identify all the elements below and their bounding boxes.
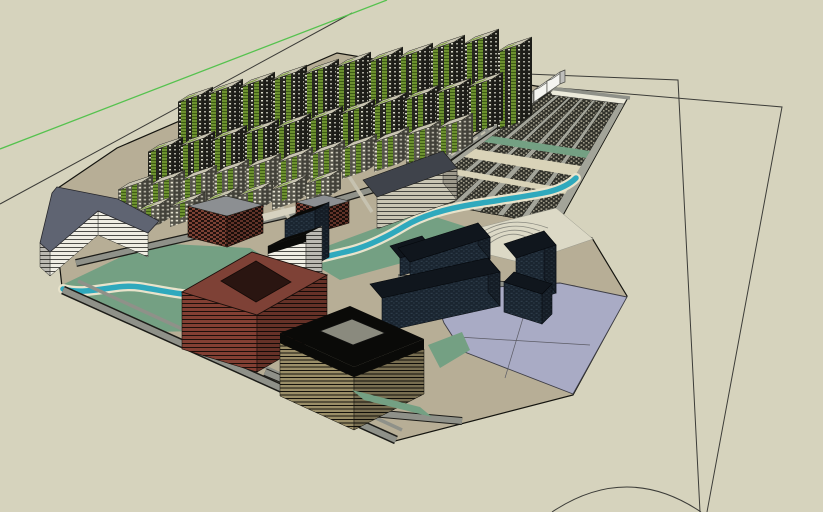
- application-window: [0, 0, 823, 512]
- model-viewport[interactable]: [0, 0, 823, 512]
